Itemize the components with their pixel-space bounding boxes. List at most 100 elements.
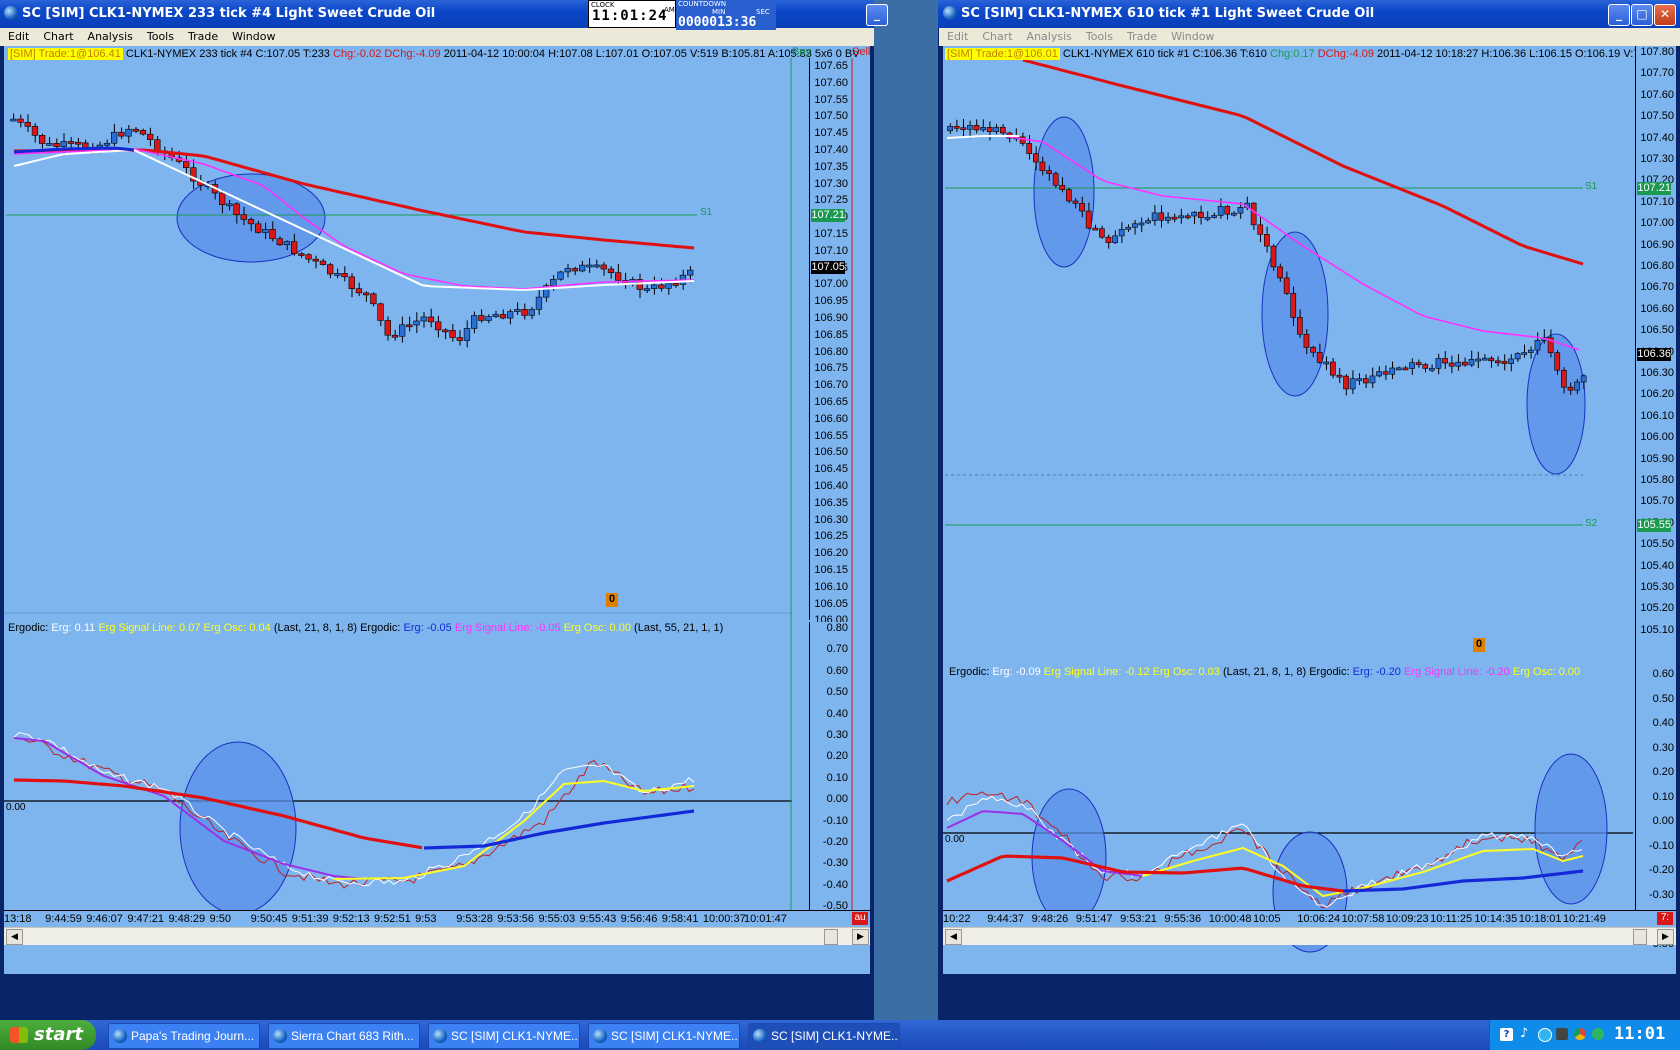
right-osc-axis[interactable]: -0.50-0.40-0.30-0.20-0.100.000.100.200.3…: [1635, 666, 1676, 950]
menu-tools[interactable]: Tools: [1078, 28, 1119, 43]
osc-params: (Last, 21, 8, 1, 8): [273, 622, 357, 634]
sierra-tray-icon[interactable]: [1592, 1028, 1604, 1040]
osc-zero-text: 0.00: [6, 802, 26, 813]
right-time-tick: 9:44:37: [987, 913, 1024, 925]
right-price-axis[interactable]: 105.10105.20105.30105.40105.50105.60105.…: [1635, 46, 1676, 666]
price-candle: [1475, 358, 1481, 362]
left-chart-window[interactable]: SC [SIM] CLK1-NYMEX 233 tick #4 Light Sw…: [0, 0, 874, 1020]
price-tick: 106.60: [1640, 302, 1674, 315]
price-candle: [1270, 245, 1277, 268]
right-chart-area[interactable]: [SIM] Trade:1@106.01 CLK1-NYMEX 610 tick…: [943, 46, 1676, 974]
clock-widget[interactable]: CLOCK 11:01:24 AM COUNTDOWN MIN SEC 0000…: [588, 0, 776, 30]
price-tick: 106.95: [814, 295, 848, 308]
menu-edit[interactable]: Edit: [0, 28, 35, 43]
price-candle: [463, 328, 471, 341]
left-time-tick: 9:52:51: [374, 913, 411, 925]
left-h-scrollbar[interactable]: ◀ ▶: [4, 927, 870, 945]
chrome-tray-icon[interactable]: [1574, 1028, 1586, 1040]
system-tray: ? ♪ 11:01: [1489, 1020, 1680, 1050]
left-time-axis[interactable]: au 13:18 9:44:59 9:46:07 9:47:21 9:48:29 9:50…: [4, 910, 870, 927]
left-osc-axis[interactable]: -0.50 -0.40 -0.30 -0.20 -0.10 0.00 0.10 0.20 0.3…: [809, 622, 850, 912]
price-candle: [1099, 228, 1105, 238]
price-candle: [593, 264, 600, 268]
left-chart-area[interactable]: [SIM] Trade:1@106.41 CLK1-NYMEX 233 tick…: [4, 46, 870, 974]
menu-chart[interactable]: Chart: [974, 28, 1018, 43]
left-minimize-button[interactable]: _: [866, 4, 888, 26]
osc-osc-2: Erg Osc: 0.00: [1512, 666, 1581, 678]
price-candle: [1092, 227, 1099, 231]
osc-tick: -0.10: [822, 814, 848, 827]
last-price-box: 107.05: [811, 261, 845, 274]
right-window[interactable]: SC [SIM] CLK1-NYMEX 610 tick #1 Light Sw…: [939, 0, 1680, 1020]
price-tick: 106.35: [814, 496, 848, 509]
windows-flag-icon: [10, 1027, 28, 1043]
menu-edit[interactable]: Edit: [939, 28, 974, 43]
price-tick: 107.50: [1640, 110, 1674, 123]
price-tick: 106.10: [1640, 409, 1674, 422]
scroll-right-arrow[interactable]: ▶: [1657, 929, 1674, 945]
taskbar-item-sierra[interactable]: Sierra Chart 683 Rith...: [268, 1023, 420, 1049]
sim-trade-tag: [SIM] Trade:1@106.41: [8, 48, 123, 60]
price-candle: [1118, 229, 1125, 237]
close-button[interactable]: ✕: [1654, 4, 1676, 26]
price-tick: 106.90: [1640, 238, 1674, 251]
sell-label[interactable]: Sell: [852, 46, 870, 58]
taskbar-item-chart-2[interactable]: SC [SIM] CLK1-NYME...: [588, 1023, 740, 1049]
menu-trade[interactable]: Trade: [180, 28, 224, 43]
header-chg: Chg:0.17: [1270, 48, 1315, 60]
left-time-tick: 10:01:47: [744, 913, 787, 925]
right-window-titlebar[interactable]: SC [SIM] CLK1-NYMEX 610 tick #1 Light Sw…: [939, 0, 1680, 28]
maximize-button[interactable]: □: [1631, 4, 1653, 26]
price-candle: [993, 126, 1000, 132]
start-button[interactable]: start: [0, 1020, 96, 1050]
network-icon[interactable]: [1538, 1028, 1552, 1042]
buy-label[interactable]: Buy: [792, 46, 811, 58]
scroll-right-arrow[interactable]: ▶: [852, 929, 869, 945]
menu-window[interactable]: Window: [224, 28, 281, 43]
osc-osc: Erg Osc: 0.04: [203, 622, 271, 634]
zero-marker: 0: [1473, 638, 1485, 652]
price-candle: [1310, 347, 1316, 353]
price-candle: [607, 268, 615, 274]
chrome-icon: [113, 1029, 127, 1043]
price-candle: [557, 271, 564, 280]
s1-label: S1: [1585, 181, 1598, 192]
price-candle: [571, 268, 579, 272]
taskbar-item-chart-3[interactable]: SC [SIM] CLK1-NYME...: [748, 1023, 900, 1049]
price-candle: [370, 293, 377, 305]
right-time-axis[interactable]: 7: 10:22 9:44:37 9:48:26 9:51:47 9:53:21 9:55…: [943, 910, 1676, 927]
price-candle: [1574, 381, 1580, 391]
volume-icon[interactable]: ♪: [1520, 1026, 1528, 1041]
right-window-title-text: SC [SIM] CLK1-NYMEX 610 tick #1 Light Sw…: [961, 6, 1375, 21]
scroll-left-arrow[interactable]: ◀: [6, 929, 23, 945]
taskbar-item-journal[interactable]: Papa's Trading Journ...: [108, 1023, 260, 1049]
right-h-scrollbar[interactable]: ◀ ▶: [943, 927, 1676, 945]
price-tick: 107.50: [814, 110, 848, 123]
menu-trade[interactable]: Trade: [1119, 28, 1163, 43]
sierra-icon: [273, 1029, 287, 1043]
left-price-axis[interactable]: 106.00 106.05 106.10 106.15 106.20 106.25 106.…: [809, 58, 850, 626]
menu-analysis[interactable]: Analysis: [1019, 28, 1078, 43]
price-candle: [1349, 378, 1356, 390]
price-tick: 106.50: [1640, 324, 1674, 337]
price-tick: 106.40: [814, 480, 848, 492]
scroll-thumb[interactable]: [824, 929, 838, 945]
price-candle: [478, 315, 485, 321]
price-tick: 107.00: [814, 278, 848, 291]
price-candle: [1402, 367, 1409, 371]
osc-tick: 0.00: [1652, 815, 1674, 827]
price-candle: [1230, 212, 1237, 216]
price-candle: [1165, 216, 1171, 221]
scroll-left-arrow[interactable]: ◀: [945, 929, 962, 945]
security-icon[interactable]: [1556, 1028, 1568, 1040]
taskbar-item-chart-1[interactable]: SC [SIM] CLK1-NYME...: [428, 1023, 580, 1049]
price-tick: 105.20: [1640, 602, 1674, 615]
menu-window[interactable]: Window: [1163, 28, 1220, 43]
menu-tools[interactable]: Tools: [139, 28, 180, 43]
help-icon[interactable]: ?: [1500, 1028, 1513, 1041]
minimize-button[interactable]: _: [1608, 4, 1630, 26]
menu-chart[interactable]: Chart: [35, 28, 79, 43]
taskbar-clock[interactable]: 11:01: [1614, 1024, 1665, 1044]
menu-analysis[interactable]: Analysis: [80, 28, 139, 43]
scroll-thumb[interactable]: [1633, 929, 1647, 945]
